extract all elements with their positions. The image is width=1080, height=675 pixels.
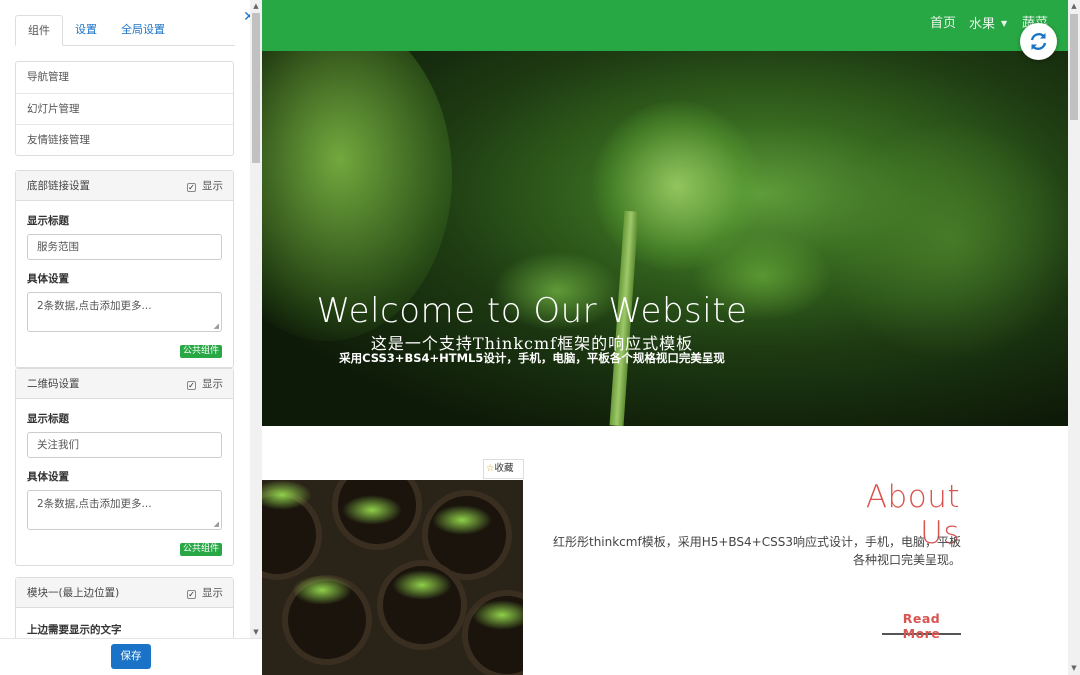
detail-textarea[interactable]: 2条数据,点击添加更多... ◢: [27, 292, 222, 332]
favorite-label: 收藏: [494, 463, 514, 474]
list-item-navigation[interactable]: 导航管理: [16, 62, 233, 93]
field-label: 显示标题: [27, 215, 69, 227]
about-text: 红彤彤thinkcmf模板，采用H5+BS4+CSS3响应式设计，手机，电脑，平…: [552, 535, 961, 567]
site-preview: 首页 水果▼ 蔬菜 Welcome to Our Website 这是一个支持T…: [262, 0, 1068, 675]
caret-down-icon: ▼: [1001, 19, 1008, 28]
card-header: 底部链接设置 ✓ 显示: [16, 171, 233, 201]
nav-link-fruit-label: 水果: [969, 17, 996, 32]
tab-settings[interactable]: 设置: [63, 15, 109, 46]
panel-scrollbar[interactable]: ▲ ▼: [250, 0, 262, 638]
settings-panel: 组件 设置 全局设置 导航管理 幻灯片管理 友情链接管理 底部链接设置 ✓ 显示 …: [0, 0, 250, 675]
list-item-friend-links[interactable]: 友情链接管理: [16, 124, 233, 155]
tab-global-settings[interactable]: 全局设置: [109, 15, 177, 46]
detail-text: 2条数据,点击添加更多...: [37, 300, 152, 312]
show-toggle[interactable]: ✓ 显示: [187, 578, 223, 608]
save-bar: 保存: [0, 638, 262, 675]
title-input[interactable]: 关注我们: [27, 432, 222, 458]
resize-grip-icon[interactable]: ◢: [214, 322, 219, 330]
nav-link-fruit[interactable]: 水果 ▼: [969, 0, 1007, 48]
public-component-badge: 公共组件: [179, 345, 222, 358]
public-component-badge: 公共组件: [179, 543, 222, 556]
scroll-up-icon[interactable]: ▲: [1068, 0, 1080, 12]
hero-banner: Welcome to Our Website 这是一个支持Thinkcmf框架的…: [262, 51, 1068, 426]
seedling: [342, 495, 402, 525]
seedlings-image: [262, 480, 523, 675]
list-item-slides[interactable]: 幻灯片管理: [16, 93, 233, 124]
favorite-button[interactable]: ☆收藏: [483, 459, 524, 479]
card-header: 模块一(最上边位置) ✓ 显示: [16, 578, 233, 608]
field-label: 具体设置: [27, 273, 69, 285]
panel-tabs: 组件 设置 全局设置: [15, 15, 235, 46]
card-header: 二维码设置 ✓ 显示: [16, 369, 233, 399]
detail-text: 2条数据,点击添加更多...: [37, 498, 152, 510]
qrcode-card: 二维码设置 ✓ 显示 显示标题 关注我们 具体设置 2条数据,点击添加更多... ◢…: [15, 368, 234, 566]
refresh-icon[interactable]: [1020, 23, 1057, 60]
refresh-button[interactable]: [1020, 23, 1057, 60]
page-scrollbar[interactable]: ▲ ▼: [1068, 0, 1080, 675]
card-title: 底部链接设置: [27, 180, 90, 192]
star-icon: ☆: [486, 463, 495, 474]
show-toggle[interactable]: ✓ 显示: [187, 369, 223, 399]
scrollbar-thumb[interactable]: [1070, 14, 1078, 120]
footer-links-card: 底部链接设置 ✓ 显示 显示标题 服务范围 具体设置 2条数据,点击添加更多...…: [15, 170, 234, 368]
checkbox-icon[interactable]: ✓: [187, 381, 196, 390]
nav-link-home[interactable]: 首页: [930, 0, 956, 48]
scroll-up-icon[interactable]: ▲: [250, 0, 262, 12]
show-toggle[interactable]: ✓ 显示: [187, 171, 223, 201]
scrollbar-thumb[interactable]: [252, 13, 260, 163]
card-title: 二维码设置: [27, 378, 80, 390]
checkbox-icon[interactable]: ✓: [187, 183, 196, 192]
show-label: 显示: [202, 587, 223, 599]
detail-textarea[interactable]: 2条数据,点击添加更多... ◢: [27, 490, 222, 530]
checkbox-icon[interactable]: ✓: [187, 590, 196, 599]
tab-components[interactable]: 组件: [15, 15, 63, 46]
read-more-button[interactable]: Read More: [882, 611, 961, 641]
field-label: 显示标题: [27, 413, 69, 425]
seedling: [292, 575, 352, 605]
show-label: 显示: [202, 180, 223, 192]
scroll-down-icon[interactable]: ▼: [1068, 662, 1080, 674]
site-navbar: 首页 水果▼ 蔬菜: [262, 0, 1068, 51]
field-label: 上边需要显示的文字: [27, 624, 122, 636]
plant-blur-right: [822, 121, 1068, 361]
scroll-down-icon[interactable]: ▼: [250, 626, 262, 638]
title-input[interactable]: 服务范围: [27, 234, 222, 260]
field-label: 具体设置: [27, 471, 69, 483]
seedling: [472, 600, 523, 630]
banner-caption: 采用CSS3+BS4+HTML5设计，手机，电脑，平板各个规格视口完美呈现: [339, 351, 725, 365]
save-button[interactable]: 保存: [111, 644, 151, 669]
resize-grip-icon[interactable]: ◢: [214, 520, 219, 528]
seedling: [432, 505, 492, 535]
component-list: 导航管理 幻灯片管理 友情链接管理: [15, 61, 234, 156]
banner-title: Welcome to Our Website: [316, 291, 748, 331]
show-label: 显示: [202, 378, 223, 390]
seedling: [392, 570, 452, 600]
card-title: 模块一(最上边位置): [27, 587, 120, 599]
